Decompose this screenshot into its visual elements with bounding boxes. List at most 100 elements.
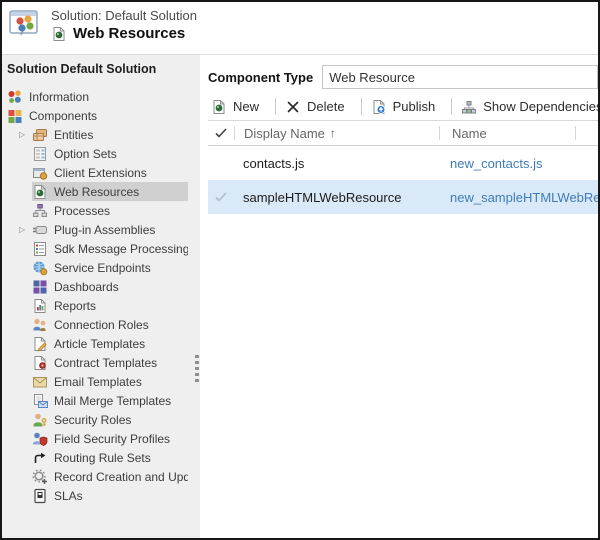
sidebar-item-label: Email Templates: [54, 375, 142, 389]
sidebar-item-components[interactable]: Components: [2, 106, 200, 125]
publish-button[interactable]: Publish: [368, 99, 446, 115]
sidebar-item-record-creation-and-upda[interactable]: Record Creation and Upda...: [2, 467, 200, 486]
plugin-assemblies-icon: [32, 222, 48, 238]
sort-ascending-icon: ↑: [330, 126, 336, 140]
toolbar-separator: [275, 98, 276, 115]
toolbar-separator: [361, 98, 362, 115]
sidebar-list: Information Components ▷ Entities Option Set…: [2, 87, 200, 505]
sidebar-item-label: Option Sets: [54, 147, 117, 161]
sidebar-item-article-templates[interactable]: Article Templates: [2, 334, 200, 353]
sidebar-item-label: Client Extensions: [54, 166, 147, 180]
select-all-check-icon[interactable]: [208, 125, 234, 141]
expand-arrow-icon[interactable]: ▷: [19, 130, 32, 139]
sidebar-item-label: Components: [29, 109, 97, 123]
delete-icon: [285, 99, 301, 115]
email-templates-icon: [32, 374, 48, 390]
sidebar-item-service-endpoints[interactable]: Service Endpoints: [2, 258, 200, 277]
sidebar-item-web-resources[interactable]: Web Resources: [2, 182, 200, 201]
article-templates-icon: [32, 336, 48, 352]
sidebar-item-field-security-profiles[interactable]: Field Security Profiles: [2, 429, 200, 448]
sdk-message-icon: [32, 241, 48, 257]
main-panel: Component Type NewDeletePublishShow Depe…: [200, 55, 598, 538]
sidebar-item-slas[interactable]: SLAs: [2, 486, 200, 505]
sidebar-item-label: Service Endpoints: [54, 261, 151, 275]
table-row[interactable]: sampleHTMLWebResourcenew_sampleHTMLWebRe…: [208, 180, 598, 214]
toolbar-button-label: Delete: [307, 99, 345, 114]
expand-arrow-icon[interactable]: ▷: [19, 225, 32, 234]
sidebar-item-label: Article Templates: [54, 337, 145, 351]
slas-icon: [32, 488, 48, 504]
components-icon: [7, 108, 23, 124]
delete-button[interactable]: Delete: [282, 99, 355, 115]
table-row[interactable]: contacts.jsnew_contacts.js: [208, 146, 598, 180]
sidebar-item-security-roles[interactable]: Security Roles: [2, 410, 200, 429]
sidebar-item-label: Field Security Profiles: [54, 432, 170, 446]
sidebar-item-label: Web Resources: [54, 185, 139, 199]
sidebar-item-label: Dashboards: [54, 280, 119, 294]
solution-title: Solution: Default Solution: [51, 8, 197, 23]
component-type-input[interactable]: [322, 65, 598, 89]
field-security-icon: [32, 431, 48, 447]
sidebar-item-reports[interactable]: Reports: [2, 296, 200, 315]
sidebar-header: Solution Default Solution: [2, 55, 200, 87]
sidebar-item-entities[interactable]: ▷ Entities: [2, 125, 200, 144]
sidebar-splitter-handle[interactable]: [195, 355, 200, 382]
cell-name-link[interactable]: new_sampleHTMLWebRes...: [438, 190, 598, 205]
show-dependencies-button[interactable]: Show Dependencies: [458, 99, 598, 115]
sidebar-item-information[interactable]: Information: [2, 87, 200, 106]
routing-rules-icon: [32, 450, 48, 466]
display-name-header-label: Display Name: [244, 126, 325, 141]
toolbar-button-label: Show Dependencies: [483, 99, 598, 114]
entities-icon: [32, 127, 48, 143]
sidebar-item-label: Entities: [54, 128, 93, 142]
client-extensions-icon: [32, 165, 48, 181]
sidebar-item-email-templates[interactable]: Email Templates: [2, 372, 200, 391]
column-header-name[interactable]: Name: [440, 126, 575, 141]
sidebar-item-routing-rule-sets[interactable]: Routing Rule Sets: [2, 448, 200, 467]
sidebar-item-contract-templates[interactable]: Contract Templates: [2, 353, 200, 372]
sidebar-item-label: Mail Merge Templates: [54, 394, 171, 408]
sidebar-item-dashboards[interactable]: Dashboards: [2, 277, 200, 296]
toolbar-button-label: Publish: [393, 99, 436, 114]
page-title: Web Resources: [73, 25, 185, 42]
processes-icon: [32, 203, 48, 219]
content-area: Solution Default Solution Information Com…: [2, 54, 598, 538]
sidebar-item-label: Routing Rule Sets: [54, 451, 151, 465]
toolbar-separator: [451, 98, 452, 115]
column-separator: [575, 126, 576, 140]
record-creation-icon: [32, 469, 48, 485]
sidebar-item-label: Information: [29, 90, 89, 104]
sidebar-item-label: Connection Roles: [54, 318, 149, 332]
service-endpoints-icon: [32, 260, 48, 276]
grid-body: contacts.jsnew_contacts.jssampleHTMLWebR…: [208, 146, 598, 214]
cell-display-name: contacts.js: [234, 156, 438, 171]
sidebar-item-label: Contract Templates: [54, 356, 157, 370]
cell-name-link[interactable]: new_contacts.js: [438, 156, 598, 171]
dashboards-icon: [32, 279, 48, 295]
information-icon: [7, 89, 23, 105]
sidebar-item-label: Plug-in Assemblies: [54, 223, 155, 237]
toolbar: New Delete Publish Show Dependencies: [208, 93, 598, 121]
sidebar-item-connection-roles[interactable]: Connection Roles: [2, 315, 200, 334]
row-selected-check-icon[interactable]: [208, 189, 234, 205]
sidebar-item-option-sets[interactable]: Option Sets: [2, 144, 200, 163]
sidebar-item-processes[interactable]: Processes: [2, 201, 200, 220]
sidebar-item-sdk-message-processing-s[interactable]: Sdk Message Processing S...: [2, 239, 200, 258]
option-sets-icon: [32, 146, 48, 162]
solution-icon: [9, 7, 43, 39]
connection-roles-icon: [32, 317, 48, 333]
solution-editor-window: Solution: Default Solution Web Resources…: [0, 0, 600, 540]
web-resource-icon: [32, 184, 48, 200]
sidebar-item-label: Record Creation and Upda...: [54, 470, 188, 484]
sidebar-item-label: SLAs: [54, 489, 83, 503]
security-roles-icon: [32, 412, 48, 428]
new-web-resource-icon: [211, 99, 227, 115]
column-header-display-name[interactable]: Display Name ↑: [235, 126, 439, 141]
sidebar-item-mail-merge-templates[interactable]: Mail Merge Templates: [2, 391, 200, 410]
sidebar-item-client-extensions[interactable]: Client Extensions: [2, 163, 200, 182]
sidebar-item-label: Sdk Message Processing S...: [54, 242, 188, 256]
sidebar-item-plug-in-assemblies[interactable]: ▷ Plug-in Assemblies: [2, 220, 200, 239]
new-button[interactable]: New: [208, 99, 269, 115]
grid-header: Display Name ↑ Name: [208, 121, 598, 146]
toolbar-button-label: New: [233, 99, 259, 114]
